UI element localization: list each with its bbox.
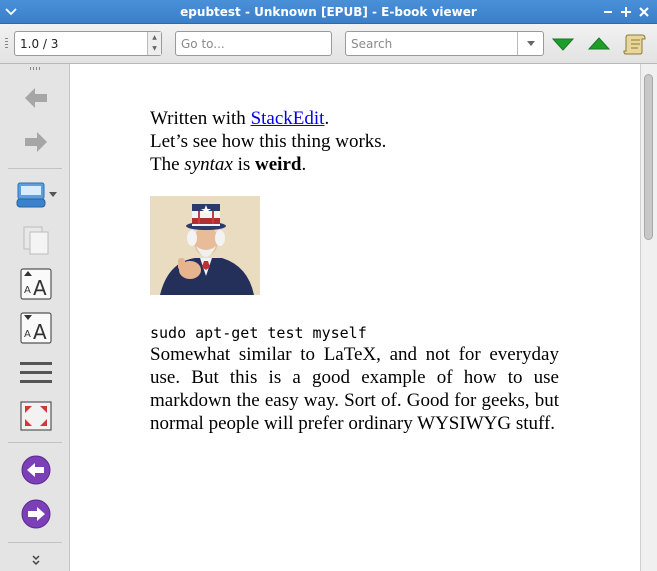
chevron-down-icon [526, 41, 535, 46]
more-icon [32, 555, 40, 566]
intro-line: Written with StackEdit. [150, 107, 559, 130]
goto-input[interactable] [175, 31, 332, 56]
more-button[interactable] [16, 550, 56, 570]
spin-down-icon[interactable]: ▼ [148, 43, 161, 54]
document-content: Written with StackEdit. Let’s see how th… [150, 107, 559, 435]
back-button[interactable] [16, 80, 56, 116]
syntax-emphasis: syntax [184, 154, 233, 175]
toolbar: 1.0 / 3 ▲ ▼ [0, 24, 657, 64]
body-paragraph: Somewhat similar to LaTeX, and not for e… [150, 344, 559, 434]
back-icon [25, 88, 47, 108]
font-size-larger-icon: A A [20, 268, 52, 300]
side-panel: A A A A [0, 64, 70, 571]
spin-arrows[interactable]: ▲ ▼ [147, 32, 161, 55]
search-dropdown-button[interactable] [517, 32, 543, 55]
separator [8, 442, 62, 443]
spin-up-icon[interactable]: ▲ [148, 32, 161, 43]
toolbar-grip-icon[interactable] [5, 38, 8, 50]
fullscreen-button[interactable] [16, 398, 56, 434]
table-of-contents-icon[interactable] [622, 32, 648, 56]
separator [8, 168, 62, 169]
weird-strong: weird [255, 154, 302, 175]
next-page-icon [21, 499, 51, 529]
preferences-menu-button[interactable] [16, 354, 56, 390]
copy-icon [23, 226, 49, 255]
title-bar: epubtest - Unknown [EPUB] - E-book viewe… [0, 0, 657, 24]
next-result-icon[interactable] [550, 32, 576, 56]
previous-page-icon [21, 455, 51, 485]
copy-button[interactable] [16, 222, 56, 258]
separator [8, 542, 62, 543]
font-size-smaller-icon: A A [20, 312, 52, 344]
forward-button[interactable] [16, 124, 56, 160]
font-size-larger-button[interactable]: A A [16, 266, 56, 302]
text: Written with [150, 108, 251, 129]
svg-text:A: A [24, 329, 31, 340]
previous-page-button[interactable] [16, 452, 56, 488]
close-icon[interactable] [637, 5, 651, 19]
preferences-menu-icon [20, 362, 52, 383]
fullscreen-icon [20, 401, 52, 431]
svg-text:A: A [33, 320, 47, 344]
second-line: Let’s see how this thing works. [150, 131, 387, 152]
scrollbar-thumb[interactable] [644, 74, 653, 240]
code-block: sudo apt-get test myself [150, 324, 367, 342]
text: The [150, 154, 185, 175]
svg-text:A: A [33, 276, 47, 300]
text: . [301, 154, 307, 175]
reading-pane[interactable]: Written with StackEdit. Let’s see how th… [70, 64, 640, 571]
position-value[interactable]: 1.0 / 3 [20, 37, 58, 51]
position-spinbox[interactable]: 1.0 / 3 ▲ ▼ [14, 31, 162, 56]
next-page-button[interactable] [16, 496, 56, 532]
svg-text:A: A [24, 285, 31, 296]
print-button[interactable] [8, 176, 64, 212]
panel-grip-icon[interactable] [30, 67, 40, 70]
chevron-down-icon[interactable] [48, 189, 58, 199]
text: . [324, 108, 330, 129]
previous-result-icon[interactable] [586, 32, 612, 56]
window-title: epubtest - Unknown [EPUB] - E-book viewe… [180, 5, 477, 19]
forward-icon [25, 132, 47, 152]
font-size-smaller-button[interactable]: A A [16, 310, 56, 346]
print-icon [16, 182, 46, 208]
search-input[interactable] [345, 31, 544, 56]
stackedit-link[interactable]: StackEdit [251, 108, 325, 129]
text: is [232, 154, 256, 175]
uncle-sam-image [150, 196, 260, 295]
minimize-icon[interactable] [601, 5, 615, 19]
vertical-scrollbar[interactable] [640, 64, 657, 571]
syntax-line: The syntax is weird. [150, 153, 559, 176]
maximize-icon[interactable] [619, 5, 633, 19]
